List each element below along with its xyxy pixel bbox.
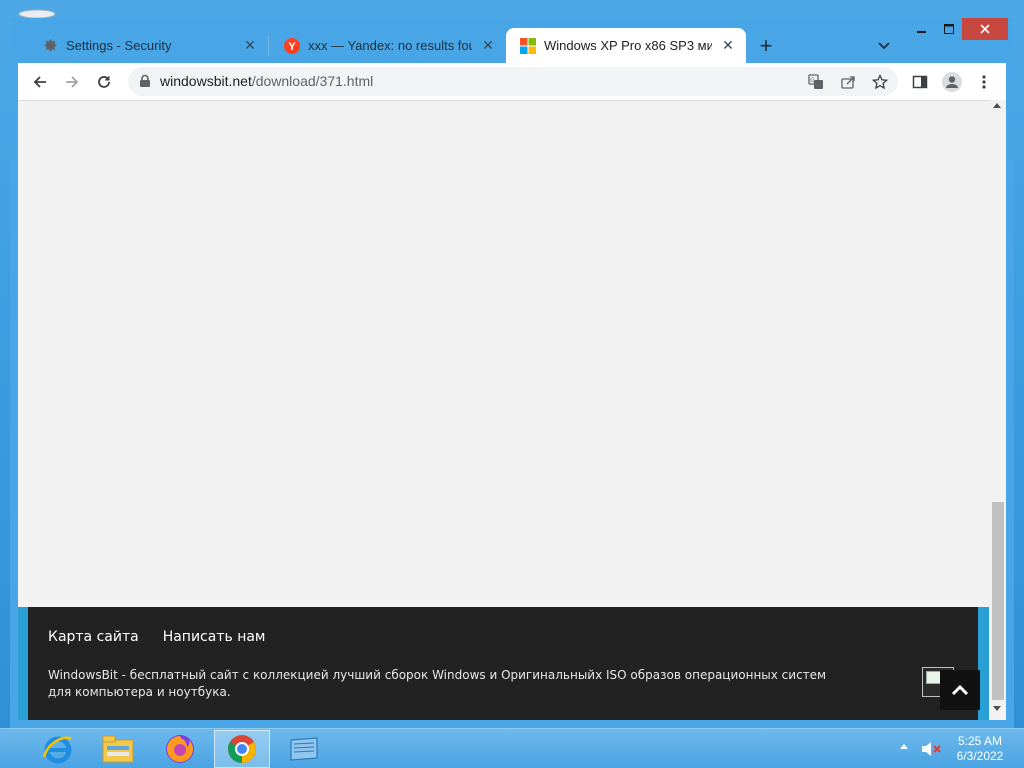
toolbar-divider xyxy=(18,100,1006,101)
close-tab-icon[interactable]: ✕ xyxy=(718,36,738,56)
footer-link-sitemap[interactable]: Карта сайта xyxy=(48,629,139,645)
tray-expand-arrow-icon[interactable] xyxy=(900,744,908,749)
footer-panel: Карта сайта Написать нам WindowsBit - бе… xyxy=(28,607,980,720)
url-text: windowsbit.net/download/371.html xyxy=(160,73,373,89)
reload-button[interactable] xyxy=(90,68,118,96)
tab-separator xyxy=(268,36,269,56)
menu-kebab-icon[interactable] xyxy=(970,68,998,96)
address-bar[interactable]: windowsbit.net/download/371.html G xyxy=(128,67,898,96)
clock-time: 5:25 AM xyxy=(957,734,1003,748)
tab-windows-xp-download[interactable]: Windows XP Pro x86 SP3 мини с ✕ xyxy=(506,28,746,63)
yandex-icon: Y xyxy=(284,37,300,54)
firefox-icon xyxy=(166,735,194,763)
footer-description: WindowsBit - бесплатный сайт с коллекцие… xyxy=(48,668,827,699)
maximize-button[interactable] xyxy=(936,18,962,40)
vertical-scrollbar[interactable] xyxy=(990,100,1006,720)
lock-icon[interactable] xyxy=(138,74,152,88)
back-button[interactable] xyxy=(26,68,54,96)
desktop-icon-edge xyxy=(18,9,56,18)
profile-avatar-icon[interactable] xyxy=(938,68,966,96)
scrollbar-thumb[interactable] xyxy=(992,502,1004,700)
close-window-button[interactable] xyxy=(962,18,1008,40)
bookmark-star-icon[interactable] xyxy=(868,70,892,94)
windows-logo-icon xyxy=(520,37,536,54)
gear-icon xyxy=(42,38,58,54)
file-explorer-icon xyxy=(102,735,134,763)
tab-title: Windows XP Pro x86 SP3 мини с xyxy=(544,38,712,53)
scroll-up-arrow-icon[interactable] xyxy=(993,103,1001,108)
system-clock[interactable]: 5:25 AM 6/3/2022 xyxy=(950,734,1010,764)
footer-link-contact[interactable]: Написать нам xyxy=(163,629,266,645)
tab-settings-security[interactable]: Settings - Security ✕ xyxy=(28,28,268,63)
translate-icon[interactable]: G xyxy=(804,70,828,94)
browser-window: Settings - Security ✕ Y xxx — Yandex: no… xyxy=(10,18,1014,728)
minimize-button[interactable] xyxy=(908,18,936,40)
tab-title: xxx — Yandex: no results found xyxy=(308,38,472,53)
chevron-up-icon xyxy=(951,684,969,696)
page-viewport: Карта сайта Написать нам WindowsBit - бе… xyxy=(18,100,1006,720)
browser-toolbar: windowsbit.net/download/371.html G xyxy=(18,63,1006,100)
internet-explorer-icon xyxy=(42,736,72,764)
clock-date: 6/3/2022 xyxy=(956,749,1004,763)
taskbar: 5:25 AM 6/3/2022 xyxy=(0,728,1024,768)
footer-links: Карта сайта Написать нам xyxy=(48,629,266,645)
close-tab-icon[interactable]: ✕ xyxy=(240,36,260,56)
svg-text:G: G xyxy=(810,77,815,84)
url-host: windowsbit.net xyxy=(160,73,252,89)
taskbar-firefox[interactable] xyxy=(152,730,208,768)
taskbar-windows-flag[interactable] xyxy=(276,730,332,768)
tab-search-chevron-icon[interactable] xyxy=(874,36,894,56)
tab-title: Settings - Security xyxy=(66,38,172,53)
svg-text:Y: Y xyxy=(288,41,296,53)
new-tab-button[interactable]: + xyxy=(754,33,778,58)
taskbar-file-explorer[interactable] xyxy=(90,730,146,768)
tab-yandex-search[interactable]: Y xxx — Yandex: no results found ✕ xyxy=(270,28,506,63)
side-panel-icon[interactable] xyxy=(906,68,934,96)
taskbar-chrome[interactable] xyxy=(214,730,270,768)
url-path: /download/371.html xyxy=(251,73,374,89)
share-icon[interactable] xyxy=(836,70,860,94)
tab-strip: Settings - Security ✕ Y xxx — Yandex: no… xyxy=(10,18,1014,63)
scroll-down-arrow-icon[interactable] xyxy=(993,706,1001,711)
back-to-top-button[interactable] xyxy=(940,670,980,710)
site-footer: Карта сайта Написать нам WindowsBit - бе… xyxy=(18,607,989,720)
forward-button[interactable] xyxy=(58,68,86,96)
chrome-icon xyxy=(228,735,256,763)
close-tab-icon[interactable]: ✕ xyxy=(478,36,498,56)
taskbar-internet-explorer[interactable] xyxy=(30,730,86,768)
volume-muted-icon[interactable] xyxy=(920,739,942,759)
windows-flag-icon xyxy=(290,737,318,761)
